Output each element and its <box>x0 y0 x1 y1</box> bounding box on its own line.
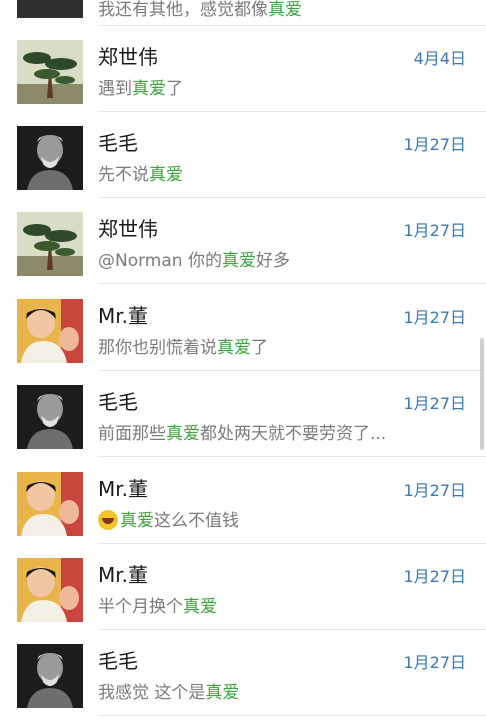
message-snippet: 遇到真爱了 <box>98 79 183 99</box>
avatar-child <box>17 558 83 622</box>
message-snippet: 那你也别慌着说真爱了 <box>98 338 268 358</box>
conversation-row[interactable]: 毛毛 1月27日 我感觉 这个是真爱 <box>0 630 486 716</box>
contact-name: Mr.董 <box>98 304 148 328</box>
conversation-row[interactable]: 毛毛 1月27日 前面那些真爱都处两天就不要劳资了... <box>0 371 486 457</box>
divider <box>98 283 486 284</box>
avatar-pine-tree <box>17 212 83 276</box>
message-date: 1月27日 <box>403 308 466 327</box>
conversation-row[interactable]: 毛毛 1月27日 先不说真爱 <box>0 112 486 198</box>
message-date: 1月27日 <box>403 567 466 586</box>
message-snippet: @Norman 你的真爱好多 <box>98 251 290 271</box>
conversation-row[interactable]: 郑世伟 1月27日 @Norman 你的真爱好多 <box>0 198 486 284</box>
conversation-row[interactable]: 郑世伟 4月4日 遇到真爱了 <box>0 26 486 112</box>
avatar-child <box>17 472 83 536</box>
contact-name: Mr.董 <box>98 477 148 501</box>
conversation-row[interactable]: Mr.董 1月27日 那你也别慌着说真爱了 <box>0 285 486 371</box>
avatar-old-man <box>17 385 83 449</box>
divider <box>98 715 486 716</box>
message-snippet: 我还有其他，感觉都像真爱 <box>98 0 302 20</box>
message-date: 4月4日 <box>413 49 466 68</box>
message-date: 1月27日 <box>403 221 466 240</box>
message-date: 1月27日 <box>403 481 466 500</box>
search-result-list: 我还有其他，感觉都像真爱 郑世伟 4月4日 遇到真爱了 毛毛 1月27日 先不说… <box>0 0 486 720</box>
conversation-row-partial[interactable]: 我还有其他，感觉都像真爱 <box>0 0 486 26</box>
contact-name: 郑世伟 <box>98 45 158 69</box>
contact-name: 毛毛 <box>98 649 138 673</box>
message-date: 1月27日 <box>403 135 466 154</box>
message-snippet: 前面那些真爱都处两天就不要劳资了... <box>98 424 387 444</box>
avatar-old-man <box>17 644 83 708</box>
contact-name: 毛毛 <box>98 390 138 414</box>
avatar-old-man <box>17 126 83 190</box>
contact-name: Mr.董 <box>98 563 148 587</box>
avatar <box>17 0 83 18</box>
avatar-child <box>17 299 83 363</box>
conversation-row[interactable]: Mr.董 1月27日 半个月换个真爱 <box>0 544 486 630</box>
message-snippet: 真爱这么不值钱 <box>98 506 438 531</box>
conversation-row[interactable]: Mr.董 1月27日 真爱这么不值钱 <box>0 458 486 544</box>
contact-name: 郑世伟 <box>98 217 158 241</box>
message-snippet: 半个月换个真爱 <box>98 597 217 617</box>
message-date: 1月27日 <box>403 653 466 672</box>
scrollbar[interactable] <box>480 338 484 450</box>
message-date: 1月27日 <box>403 394 466 413</box>
contact-name: 毛毛 <box>98 131 138 155</box>
message-snippet: 先不说真爱 <box>98 165 183 185</box>
divider <box>98 456 486 457</box>
laughing-emoji-icon <box>98 510 118 530</box>
avatar-pine-tree <box>17 40 83 104</box>
message-snippet: 我感觉 这个是真爱 <box>98 683 240 703</box>
